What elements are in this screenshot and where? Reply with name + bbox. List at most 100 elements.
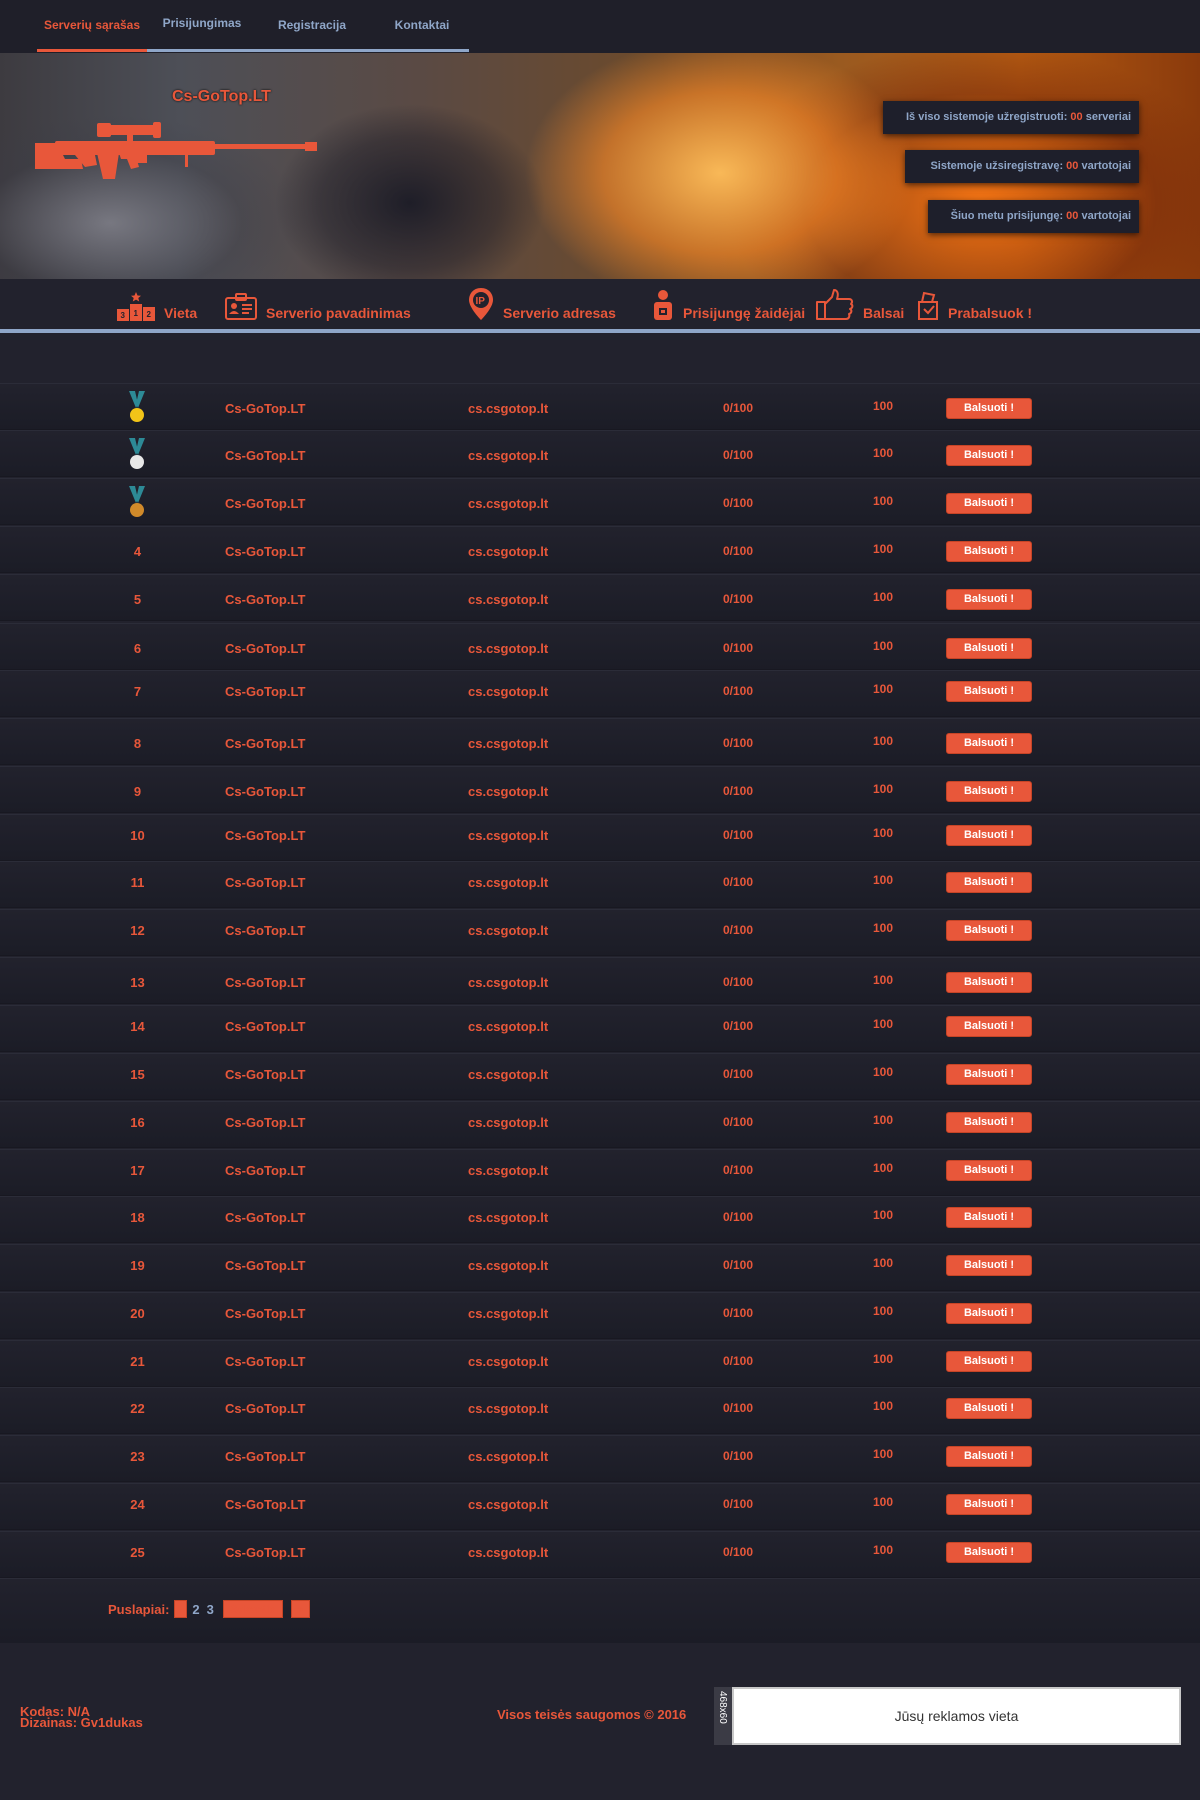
server-name[interactable]: Cs-GoTop.LT <box>225 1115 305 1130</box>
vote-button[interactable]: Balsuoti ! <box>946 1303 1032 1324</box>
vote-button[interactable]: Balsuoti ! <box>946 1112 1032 1133</box>
vote-button[interactable]: Balsuoti ! <box>946 972 1032 993</box>
server-name[interactable]: Cs-GoTop.LT <box>225 496 305 511</box>
server-name[interactable]: Cs-GoTop.LT <box>225 401 305 416</box>
column-vote-action: Prabalsuok ! <box>916 279 1032 329</box>
vote-button[interactable]: Balsuoti ! <box>946 781 1032 802</box>
stat-value: 00 <box>1066 160 1079 172</box>
vote-button[interactable]: Balsuoti ! <box>946 1494 1032 1515</box>
vote-button[interactable]: Balsuoti ! <box>946 1160 1032 1181</box>
table-row: 18 Cs-GoTop.LT cs.csgotop.lt 0/100 100 Balsuo… <box>0 1196 1200 1243</box>
server-name[interactable]: Cs-GoTop.LT <box>225 1354 305 1369</box>
vote-button[interactable]: Balsuoti ! <box>946 1016 1032 1037</box>
vote-button[interactable]: Balsuoti ! <box>946 1542 1032 1563</box>
server-votes: 100 <box>873 1495 894 1509</box>
server-address[interactable]: cs.csgotop.lt <box>468 1306 548 1321</box>
server-address[interactable]: cs.csgotop.lt <box>468 1210 548 1225</box>
vote-button[interactable]: Balsuoti ! <box>946 1255 1032 1276</box>
server-address[interactable]: cs.csgotop.lt <box>468 1545 548 1560</box>
tab-server-list[interactable]: Serverių sąrašas <box>37 0 147 53</box>
vote-button[interactable]: Balsuoti ! <box>946 541 1032 562</box>
server-address[interactable]: cs.csgotop.lt <box>468 641 548 656</box>
server-address[interactable]: cs.csgotop.lt <box>468 784 548 799</box>
vote-button[interactable]: Balsuoti ! <box>946 1064 1032 1085</box>
server-name[interactable]: Cs-GoTop.LT <box>225 1545 305 1560</box>
server-name[interactable]: Cs-GoTop.LT <box>225 923 305 938</box>
server-name[interactable]: Cs-GoTop.LT <box>225 1449 305 1464</box>
server-name[interactable]: Cs-GoTop.LT <box>225 828 305 843</box>
server-name[interactable]: Cs-GoTop.LT <box>225 784 305 799</box>
server-votes: 100 <box>873 734 894 748</box>
server-address[interactable]: cs.csgotop.lt <box>468 736 548 751</box>
tab-login[interactable]: Prisijungimas <box>147 0 257 53</box>
page-next[interactable]: Sekantis <box>222 1600 283 1618</box>
server-address[interactable]: cs.csgotop.lt <box>468 975 548 990</box>
server-name[interactable]: Cs-GoTop.LT <box>225 544 305 559</box>
server-address[interactable]: cs.csgotop.lt <box>468 496 548 511</box>
server-name[interactable]: Cs-GoTop.LT <box>225 1258 305 1273</box>
server-name[interactable]: Cs-GoTop.LT <box>225 975 305 990</box>
server-name[interactable]: Cs-GoTop.LT <box>225 1067 305 1082</box>
ad-banner[interactable]: Jūsų reklamos vieta <box>732 1687 1181 1745</box>
vote-button[interactable]: Balsuoti ! <box>946 1446 1032 1467</box>
server-address[interactable]: cs.csgotop.lt <box>468 1163 548 1178</box>
table-row: Cs-GoTop.LT cs.csgotop.lt 0/100 100 Balsuoti… <box>0 478 1200 525</box>
table-row: 22 Cs-GoTop.LT cs.csgotop.lt 0/100 100 Balsuo… <box>0 1387 1200 1434</box>
server-address[interactable]: cs.csgotop.lt <box>468 1019 548 1034</box>
server-address[interactable]: cs.csgotop.lt <box>468 544 548 559</box>
server-name[interactable]: Cs-GoTop.LT <box>225 1306 305 1321</box>
vote-button[interactable]: Balsuoti ! <box>946 1351 1032 1372</box>
server-name[interactable]: Cs-GoTop.LT <box>225 736 305 751</box>
server-address[interactable]: cs.csgotop.lt <box>468 828 548 843</box>
vote-button[interactable]: Balsuoti ! <box>946 493 1032 514</box>
server-address[interactable]: cs.csgotop.lt <box>468 1401 548 1416</box>
server-address[interactable]: cs.csgotop.lt <box>468 401 548 416</box>
tab-contacts[interactable]: Kontaktai <box>367 0 477 53</box>
server-name[interactable]: Cs-GoTop.LT <box>225 641 305 656</box>
vote-button[interactable]: Balsuoti ! <box>946 872 1032 893</box>
server-address[interactable]: cs.csgotop.lt <box>468 923 548 938</box>
vote-button[interactable]: Balsuoti ! <box>946 1398 1032 1419</box>
page-link[interactable]: 2 <box>192 1602 199 1617</box>
server-address[interactable]: cs.csgotop.lt <box>468 592 548 607</box>
table-row: 11 Cs-GoTop.LT cs.csgotop.lt 0/100 100 Balsuo… <box>0 861 1200 908</box>
page-link[interactable]: 3 <box>207 1602 214 1617</box>
server-address[interactable]: cs.csgotop.lt <box>468 1354 548 1369</box>
vote-button[interactable]: Balsuoti ! <box>946 681 1032 702</box>
vote-button[interactable]: Balsuoti ! <box>946 825 1032 846</box>
server-name[interactable]: Cs-GoTop.LT <box>225 1210 305 1225</box>
server-address[interactable]: cs.csgotop.lt <box>468 1449 548 1464</box>
vote-button[interactable]: Balsuoti ! <box>946 733 1032 754</box>
server-address[interactable]: cs.csgotop.lt <box>468 1258 548 1273</box>
server-name[interactable]: Cs-GoTop.LT <box>225 592 305 607</box>
table-row: 8 Cs-GoTop.LT cs.csgotop.lt 0/100 100 Balsuot… <box>0 718 1200 765</box>
vote-button[interactable]: Balsuoti ! <box>946 589 1032 610</box>
server-name[interactable]: Cs-GoTop.LT <box>225 448 305 463</box>
page-last[interactable]: » <box>290 1600 310 1618</box>
table-row: 19 Cs-GoTop.LT cs.csgotop.lt 0/100 100 Balsuo… <box>0 1244 1200 1291</box>
server-votes: 100 <box>873 1208 894 1222</box>
server-address[interactable]: cs.csgotop.lt <box>468 875 548 890</box>
server-name[interactable]: Cs-GoTop.LT <box>225 1401 305 1416</box>
vote-button[interactable]: Balsuoti ! <box>946 445 1032 466</box>
vote-button[interactable]: Balsuoti ! <box>946 398 1032 419</box>
vote-button[interactable]: Balsuoti ! <box>946 638 1032 659</box>
podium-icon: 13 2 <box>117 292 155 321</box>
server-name[interactable]: Cs-GoTop.LT <box>225 1497 305 1512</box>
server-address[interactable]: cs.csgotop.lt <box>468 1115 548 1130</box>
server-name[interactable]: Cs-GoTop.LT <box>225 1019 305 1034</box>
table-row: 20 Cs-GoTop.LT cs.csgotop.lt 0/100 100 Balsuo… <box>0 1292 1200 1339</box>
server-name[interactable]: Cs-GoTop.LT <box>225 875 305 890</box>
server-address[interactable]: cs.csgotop.lt <box>468 1067 548 1082</box>
server-address[interactable]: cs.csgotop.lt <box>468 684 548 699</box>
vote-button[interactable]: Balsuoti ! <box>946 920 1032 941</box>
vote-button[interactable]: Balsuoti ! <box>946 1207 1032 1228</box>
server-address[interactable]: cs.csgotop.lt <box>468 1497 548 1512</box>
column-players: Prisijungę žaidėjai <box>651 279 805 329</box>
server-name[interactable]: Cs-GoTop.LT <box>225 1163 305 1178</box>
server-name[interactable]: Cs-GoTop.LT <box>225 684 305 699</box>
tab-registration[interactable]: Registracija <box>257 0 367 53</box>
server-address[interactable]: cs.csgotop.lt <box>468 448 548 463</box>
stat-online-users: Šiuo metu prisijungę: 00 vartotojai <box>928 200 1139 233</box>
server-votes: 100 <box>873 399 894 413</box>
